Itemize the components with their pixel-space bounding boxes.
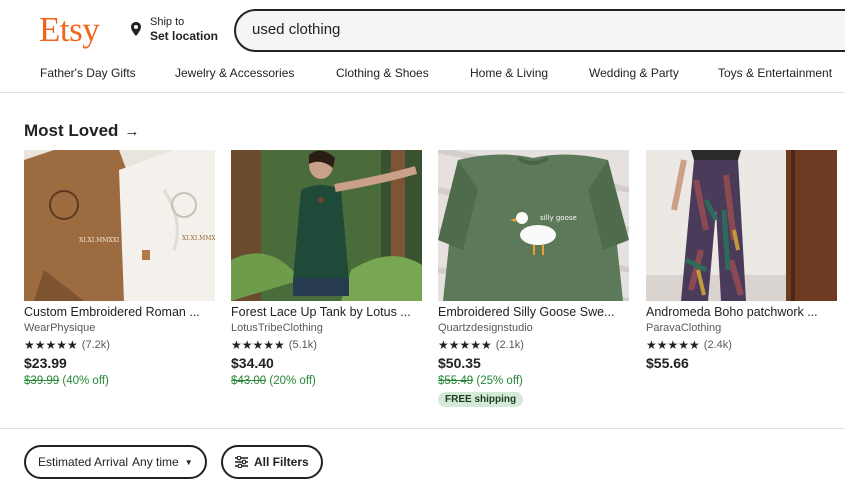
svg-text:silly goose: silly goose bbox=[540, 214, 577, 222]
nav-divider bbox=[0, 92, 845, 93]
etsy-logo[interactable]: Etsy bbox=[39, 10, 100, 50]
category-jewelry-accessories[interactable]: Jewelry & Accessories bbox=[175, 66, 294, 80]
estimated-arrival-filter[interactable]: Estimated Arrival Any time ▼ bbox=[24, 445, 207, 479]
product-card[interactable]: Andromeda Boho patchwork ... ParavaCloth… bbox=[646, 150, 837, 373]
product-price: $34.40 bbox=[231, 355, 274, 371]
most-loved-heading[interactable]: Most Loved → bbox=[24, 121, 139, 141]
category-home-living[interactable]: Home & Living bbox=[470, 66, 548, 80]
product-image[interactable]: XI.XI.MMXXI XI.XI.MMXX bbox=[24, 150, 215, 301]
discount-percent: (25% off) bbox=[476, 375, 523, 387]
product-title[interactable]: Forest Lace Up Tank by Lotus ... bbox=[231, 304, 422, 321]
ship-to-location-button[interactable]: Ship to Set location bbox=[130, 15, 218, 43]
star-rating-icon: ★★★★★ bbox=[438, 338, 492, 352]
svg-text:XI.XI.MMXXI: XI.XI.MMXXI bbox=[79, 237, 120, 244]
most-loved-title: Most Loved bbox=[24, 121, 119, 140]
shop-name[interactable]: LotusTribeClothing bbox=[231, 321, 422, 336]
original-price: $39.99 bbox=[24, 375, 60, 387]
product-image[interactable] bbox=[646, 150, 837, 301]
original-price: $55.49 bbox=[438, 375, 474, 387]
product-rating: ★★★★★ (7.2k) bbox=[24, 336, 215, 354]
product-title[interactable]: Andromeda Boho patchwork ... bbox=[646, 304, 837, 321]
product-card[interactable]: Forest Lace Up Tank by Lotus ... LotusTr… bbox=[231, 150, 422, 389]
all-filters-button[interactable]: All Filters bbox=[221, 445, 323, 479]
free-shipping-badge: FREE shipping bbox=[438, 392, 524, 407]
star-rating-icon: ★★★★★ bbox=[231, 338, 285, 352]
discount-percent: (40% off) bbox=[62, 375, 109, 387]
product-price: $23.99 bbox=[24, 355, 67, 371]
review-count: (7.2k) bbox=[81, 339, 110, 351]
estimated-arrival-value: Any time bbox=[132, 455, 179, 469]
all-filters-label: All Filters bbox=[254, 455, 309, 469]
star-rating-icon: ★★★★★ bbox=[24, 338, 78, 352]
arrow-right-icon: → bbox=[124, 122, 140, 140]
product-image[interactable] bbox=[231, 150, 422, 301]
sale-info: $43.00 (20% off) bbox=[231, 373, 422, 389]
filters-divider bbox=[0, 428, 845, 429]
sale-info: $39.99 (40% off) bbox=[24, 373, 215, 389]
ship-to-text: Ship to Set location bbox=[150, 15, 218, 43]
header: Etsy Ship to Set location bbox=[0, 0, 845, 60]
set-location-label: Set location bbox=[150, 29, 219, 43]
review-count: (5.1k) bbox=[288, 339, 317, 351]
original-price: $43.00 bbox=[231, 375, 267, 387]
discount-percent: (20% off) bbox=[269, 375, 316, 387]
product-title[interactable]: Embroidered Silly Goose Swe... bbox=[438, 304, 629, 321]
product-title[interactable]: Custom Embroidered Roman ... bbox=[24, 304, 215, 321]
category-clothing-shoes[interactable]: Clothing & Shoes bbox=[336, 66, 429, 80]
category-toys-entertainment[interactable]: Toys & Entertainment bbox=[718, 66, 832, 80]
category-fathers-day-gifts[interactable]: Father's Day Gifts bbox=[40, 66, 136, 80]
location-pin-icon bbox=[131, 22, 141, 36]
product-rating: ★★★★★ (5.1k) bbox=[231, 336, 422, 354]
svg-text:XI.XI.MMXX: XI.XI.MMXX bbox=[182, 235, 215, 242]
shop-name[interactable]: Quartzdesignstudio bbox=[438, 321, 629, 336]
shop-name[interactable]: ParavaClothing bbox=[646, 321, 837, 336]
category-wedding-party[interactable]: Wedding & Party bbox=[589, 66, 679, 80]
caret-down-icon: ▼ bbox=[184, 457, 193, 467]
product-card[interactable]: XI.XI.MMXXI XI.XI.MMXX Custom Embroidere… bbox=[24, 150, 215, 389]
ship-to-label: Ship to bbox=[150, 16, 185, 28]
category-nav: Father's Day Gifts Jewelry & Accessories… bbox=[0, 62, 845, 86]
review-count: (2.4k) bbox=[703, 339, 732, 351]
product-rating: ★★★★★ (2.4k) bbox=[646, 336, 837, 354]
search-bar[interactable] bbox=[234, 9, 845, 52]
review-count: (2.1k) bbox=[495, 339, 524, 351]
product-price: $55.66 bbox=[646, 355, 689, 371]
search-input[interactable] bbox=[252, 21, 832, 38]
shop-name[interactable]: WearPhysique bbox=[24, 321, 215, 336]
product-card[interactable]: silly goose Embroidered Silly Goose Swe.… bbox=[438, 150, 629, 407]
filter-sliders-icon bbox=[235, 456, 248, 468]
product-image[interactable]: silly goose bbox=[438, 150, 629, 301]
product-rating: ★★★★★ (2.1k) bbox=[438, 336, 629, 354]
sale-info: $55.49 (25% off) bbox=[438, 373, 629, 389]
star-rating-icon: ★★★★★ bbox=[646, 338, 700, 352]
product-price: $50.35 bbox=[438, 355, 481, 371]
estimated-arrival-label: Estimated Arrival bbox=[38, 455, 129, 469]
